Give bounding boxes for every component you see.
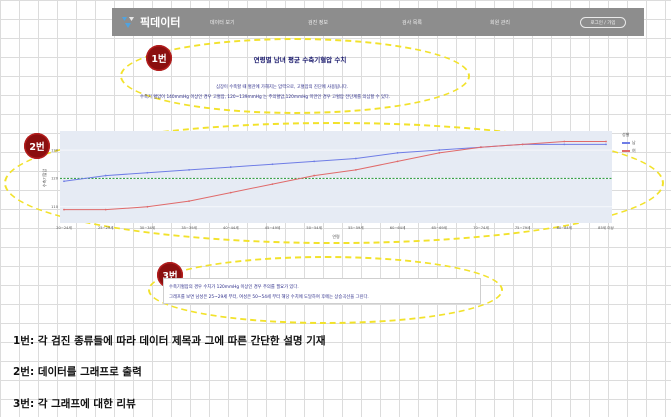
x-tick-label: 50~54세: [306, 225, 321, 230]
y-tick-label: 120: [51, 177, 59, 181]
x-tick-label: 60~64세: [390, 225, 405, 230]
section1-line-1: 심장이 수축할 때 혈관에 가해지는 압력으로, 고혈압의 진단에 사용됩니다.: [216, 85, 349, 90]
data-point: [563, 143, 566, 146]
legend-swatch-female: [622, 150, 630, 152]
legend-label-female: 여: [632, 148, 636, 153]
y-axis-label: 수축기혈압: [41, 168, 47, 187]
x-tick-label: 70~74세: [473, 225, 488, 230]
data-point: [354, 157, 357, 160]
data-point: [104, 174, 107, 177]
highlight-ellipse-1: [120, 38, 470, 114]
review-box: 수축기혈압의 경우 수치가 120mmHg 이상인 경우 주의를 필요가 있다.…: [163, 278, 481, 304]
nav-item-members[interactable]: 회원 관리: [490, 19, 510, 26]
legend-item-female: 여: [622, 148, 636, 154]
data-point: [229, 166, 232, 168]
section1-line-2: 수축기 혈압이 140mmHg 이상인 경우 고혈압, 120~139mmHg …: [140, 95, 391, 100]
legend-label-male: 남: [632, 140, 636, 145]
data-point: [480, 146, 482, 149]
data-point: [438, 151, 441, 154]
logo-text: 픽데이터: [140, 16, 181, 29]
nav-item-data[interactable]: 데이터 보기: [210, 19, 235, 26]
badge-1: 1번: [146, 45, 172, 71]
data-point: [396, 160, 399, 163]
nav-item-checkup[interactable]: 검진 정보: [308, 19, 328, 26]
data-point: [146, 205, 149, 208]
x-tick-label: 55~59세: [348, 225, 363, 230]
data-point: [563, 140, 566, 143]
legend-title: 성별: [622, 132, 630, 137]
review-line-2: 그래프를 보면 남성은 25~29세 부터, 여성은 50~54세 부터 해당 …: [169, 295, 369, 300]
login-button[interactable]: 로그인 / 가입: [580, 17, 626, 28]
nav-item-tests[interactable]: 검사 목록: [402, 19, 422, 26]
x-tick-label: 80~84세: [557, 225, 572, 230]
data-point: [605, 143, 607, 146]
top-navbar: 픽데이터 데이터 보기 검진 정보 검사 목록 회원 관리 로그인 / 가입: [112, 8, 644, 36]
blood-pressure-chart: 20~24세 25~29세 30~34세 35~39세 40~44세 45~49세 50~5…: [41, 131, 615, 239]
x-tick-label: 85세 이상: [598, 225, 614, 230]
data-point: [396, 151, 399, 154]
data-point: [188, 169, 190, 171]
data-point: [438, 149, 441, 151]
data-point: [63, 208, 65, 211]
x-tick-label: 45~49세: [265, 225, 280, 230]
legend-swatch-male: [622, 142, 630, 144]
data-point: [605, 140, 607, 143]
y-tick-label: 130: [51, 148, 59, 152]
logo-icon: [122, 17, 134, 28]
data-point: [229, 191, 232, 194]
section1-title: 연령별 남녀 평균 수축기혈압 수치: [253, 56, 347, 64]
data-point: [271, 163, 274, 166]
data-point: [521, 143, 524, 146]
data-point: [188, 200, 190, 203]
caption-3: 3번: 각 그래프에 대한 리뷰: [13, 398, 136, 410]
chart-legend: 성별 남 여: [622, 132, 636, 154]
x-tick-label: 30~34세: [140, 225, 155, 230]
logo[interactable]: 픽데이터: [120, 14, 180, 30]
review-line-1: 수축기혈압의 경우 수치가 120mmHg 이상인 경우 주의를 필요가 있다.: [169, 285, 299, 290]
x-tick-label: 65~69세: [431, 225, 446, 230]
y-tick-label: 110: [51, 205, 59, 209]
caption-2: 2번: 데이터를 그래프로 출력: [13, 366, 142, 378]
caption-1: 1번: 각 검진 종류들에 따라 데이터 제목과 그에 따른 간단한 설명 기재: [13, 335, 326, 347]
data-point: [63, 180, 65, 183]
x-axis-label: 연령: [332, 233, 340, 239]
data-point: [271, 183, 274, 185]
legend-item-male: 남: [622, 140, 636, 146]
x-tick-label: 25~29세: [98, 225, 113, 230]
data-point: [146, 171, 149, 174]
data-point: [354, 169, 357, 171]
data-point: [104, 208, 107, 211]
data-point: [313, 160, 316, 163]
x-tick-label: 35~39세: [181, 225, 196, 230]
x-tick-label: 75~79세: [515, 225, 530, 230]
x-tick-label: 40~44세: [223, 225, 238, 230]
x-tick-label: 20~24세: [56, 225, 71, 230]
data-point: [313, 174, 316, 177]
